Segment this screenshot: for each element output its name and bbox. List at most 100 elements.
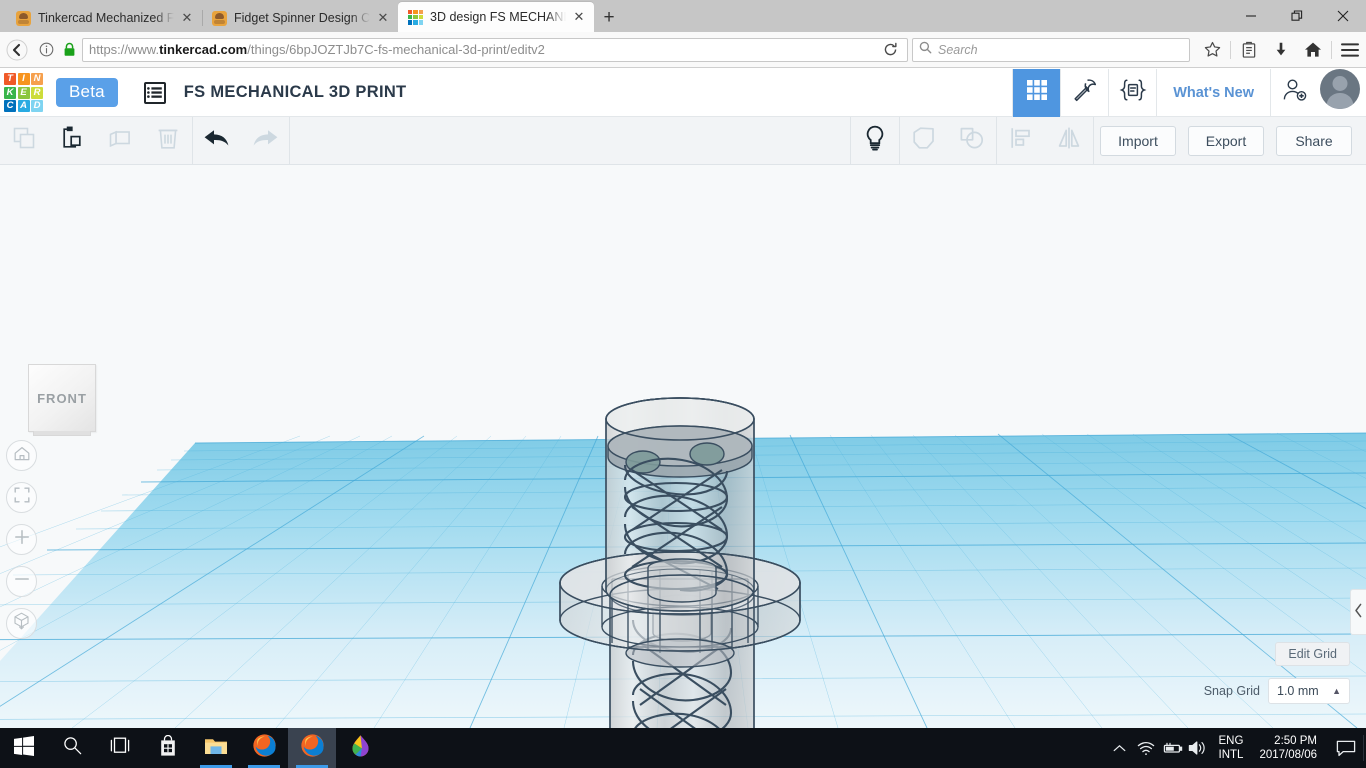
duplicate-button[interactable]: [96, 117, 144, 165]
grid-view-button[interactable]: [1012, 68, 1061, 117]
home-view-button[interactable]: [6, 440, 37, 471]
minus-icon: [14, 571, 30, 592]
new-tab-button[interactable]: +: [594, 4, 624, 32]
volume-icon[interactable]: [1185, 728, 1211, 768]
zoom-in-button[interactable]: [6, 524, 37, 555]
page-title[interactable]: FS MECHANICAL 3D PRINT: [184, 83, 407, 102]
menu-icon[interactable]: [1334, 35, 1366, 65]
wifi-icon[interactable]: [1133, 728, 1159, 768]
codeblocks-button[interactable]: [1108, 68, 1156, 117]
hint-button[interactable]: [851, 117, 899, 165]
plus-icon: [14, 529, 30, 550]
start-button[interactable]: [0, 728, 48, 768]
windows-taskbar: ENG INTL 2:50 PM 2017/08/06: [0, 728, 1366, 768]
design-viewport[interactable]: FRONT Edit Grid Snap Grid 1.0 mm ▲: [0, 165, 1366, 728]
browser-tab-1[interactable]: Tinkercad Mechanized Fidge ✕: [6, 4, 202, 32]
avatar[interactable]: [1320, 68, 1360, 109]
tab-close-button[interactable]: ✕: [570, 8, 588, 26]
paste-button[interactable]: [48, 117, 96, 165]
search-button[interactable]: [48, 728, 96, 768]
browser-titlebar: Tinkercad Mechanized Fidge ✕ Fidget Spin…: [0, 0, 1366, 32]
favicon-tile-t: [408, 9, 413, 14]
snap-grid-select[interactable]: 1.0 mm ▲: [1268, 678, 1350, 704]
bookmark-star-icon[interactable]: [1196, 35, 1228, 65]
ungroup-button[interactable]: [948, 117, 996, 165]
fit-to-view-button[interactable]: [6, 482, 37, 513]
firefox-button[interactable]: [240, 728, 288, 768]
panel-collapse-handle[interactable]: [1350, 589, 1366, 635]
trash-icon: [157, 126, 179, 155]
tab-title: Fidget Spinner Design Conte: [234, 11, 370, 25]
browser-tab-2[interactable]: Fidget Spinner Design Conte ✕: [202, 4, 398, 32]
group-tools: [900, 117, 996, 165]
paint-drop-icon: [349, 734, 372, 763]
tab-close-button[interactable]: ✕: [374, 9, 392, 27]
file-explorer-button[interactable]: [192, 728, 240, 768]
system-tray: ENG INTL 2:50 PM 2017/08/06: [1107, 728, 1366, 768]
code-braces-icon: [1119, 78, 1147, 107]
home-icon[interactable]: [1297, 35, 1329, 65]
task-view-button[interactable]: [96, 728, 144, 768]
duplicate-icon: [108, 126, 132, 155]
edit-grid-button[interactable]: Edit Grid: [1275, 642, 1350, 666]
tinkercad-logo[interactable]: TIN KER CAD: [3, 72, 44, 113]
notification-icon[interactable]: [1329, 728, 1363, 768]
search-bar[interactable]: Search: [912, 37, 1190, 62]
view-cube[interactable]: FRONT: [28, 364, 96, 436]
logo-tile-c: C: [4, 100, 16, 112]
export-button[interactable]: Export: [1188, 125, 1264, 156]
tab-title: 3D design FS MECHANICAL: [430, 10, 566, 24]
language-line-1: ENG: [1218, 735, 1244, 747]
store-button[interactable]: [144, 728, 192, 768]
delete-button[interactable]: [144, 117, 192, 165]
mirror-button[interactable]: [1045, 117, 1093, 165]
tray-divider: [1363, 735, 1364, 761]
group-button[interactable]: [900, 117, 948, 165]
favicon-tile-e: [413, 14, 418, 20]
restore-icon[interactable]: [1274, 0, 1320, 32]
logo-tile-a: A: [17, 100, 30, 112]
clock[interactable]: 2:50 PM 2017/08/06: [1251, 728, 1329, 768]
import-button[interactable]: Import: [1100, 125, 1176, 156]
fit-frame-icon: [14, 487, 30, 508]
zoom-out-button[interactable]: [6, 566, 37, 597]
copy-button[interactable]: [0, 117, 48, 165]
close-icon[interactable]: [1320, 0, 1366, 32]
chevron-up-icon[interactable]: [1107, 728, 1133, 768]
reload-icon[interactable]: [877, 39, 903, 61]
invite-button[interactable]: [1270, 68, 1318, 117]
browser-tab-3-active[interactable]: 3D design FS MECHANICAL ✕: [398, 2, 594, 32]
minimize-icon[interactable]: [1228, 0, 1274, 32]
paint3d-button[interactable]: [336, 728, 384, 768]
snap-grid-value: 1.0 mm: [1277, 684, 1319, 698]
firefox-active-button[interactable]: [288, 728, 336, 768]
reader-icon[interactable]: [1233, 35, 1265, 65]
divider: [1230, 40, 1231, 59]
url-bar[interactable]: https://www.tinkercad.com/things/6bpJOZT…: [82, 37, 908, 62]
build-button[interactable]: [1060, 68, 1108, 117]
group-shapes-icon: [911, 126, 937, 155]
logo-tile-k: K: [4, 86, 16, 99]
back-icon[interactable]: [0, 35, 34, 65]
logo-tile-e: E: [17, 86, 30, 99]
list-menu-icon[interactable]: [143, 81, 166, 104]
undo-button[interactable]: [193, 117, 241, 165]
paste-icon: [60, 126, 84, 155]
whats-new-link[interactable]: What's New: [1156, 68, 1270, 117]
align-icon: [1009, 126, 1033, 155]
logo-tile-t: T: [4, 73, 16, 85]
mirror-icon: [1056, 126, 1082, 155]
windows-logo-icon: [14, 735, 34, 761]
tab-title: Tinkercad Mechanized Fidge: [38, 11, 174, 25]
redo-button[interactable]: [241, 117, 289, 165]
language-indicator[interactable]: ENG INTL: [1211, 728, 1252, 768]
align-button[interactable]: [997, 117, 1045, 165]
ortho-perspective-toggle[interactable]: [6, 608, 37, 639]
search-icon: [63, 736, 82, 760]
battery-icon[interactable]: [1159, 728, 1185, 768]
downloads-icon[interactable]: [1265, 35, 1297, 65]
share-button[interactable]: Share: [1276, 125, 1352, 156]
tab-close-button[interactable]: ✕: [178, 9, 196, 27]
site-info-icon[interactable]: [34, 35, 58, 65]
favicon-tile-n: [418, 9, 423, 14]
